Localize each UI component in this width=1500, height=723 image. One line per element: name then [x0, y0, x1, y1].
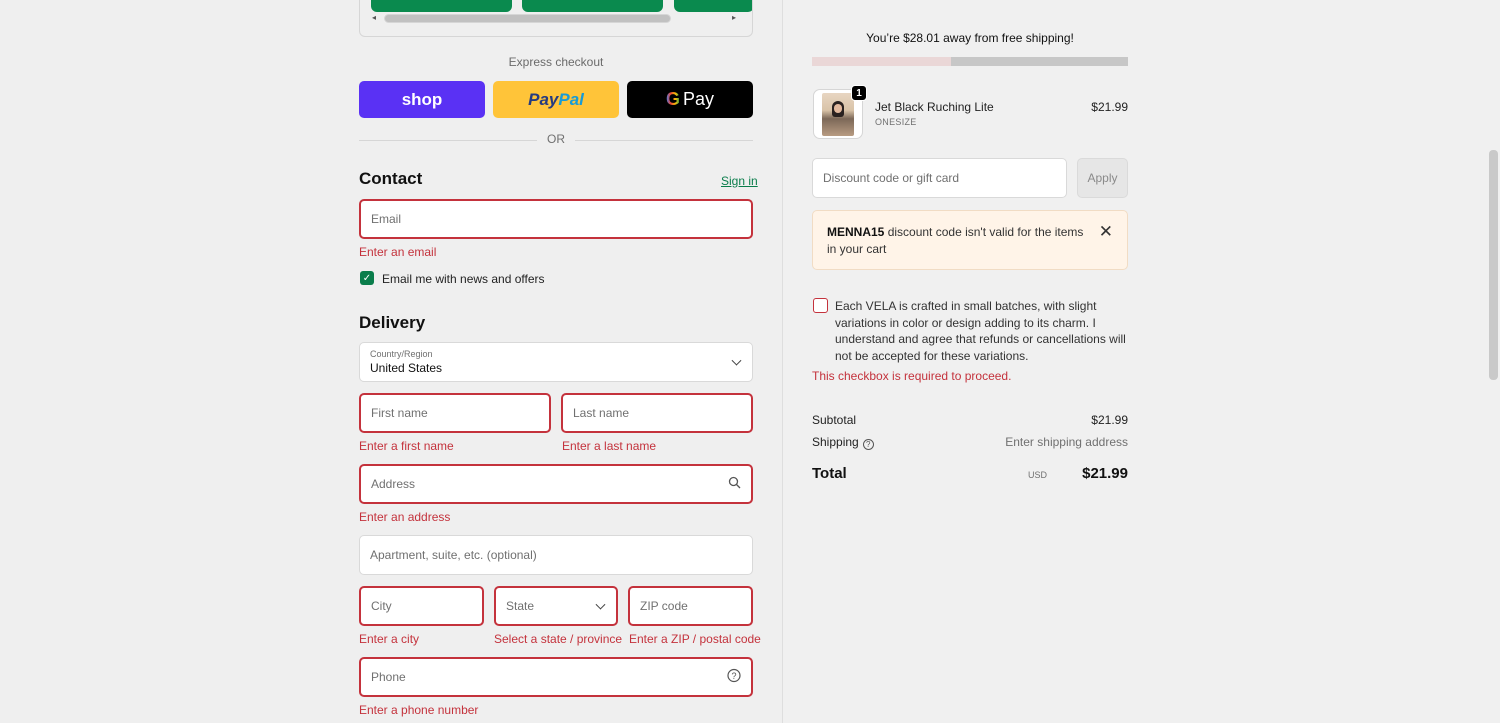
discount-field[interactable]: Discount code or gift card — [812, 158, 1067, 198]
subtotal-value: $21.99 — [1091, 413, 1128, 427]
shop-pay-button[interactable]: shop — [359, 81, 485, 118]
product-image — [822, 93, 854, 136]
scroll-right-icon[interactable]: ▸ — [732, 13, 736, 22]
google-g-icon: G — [665, 89, 680, 109]
phone-field[interactable]: Phone ? — [359, 657, 753, 697]
first-name-placeholder: First name — [371, 406, 428, 420]
zip-field[interactable]: ZIP code — [628, 586, 753, 626]
last-name-placeholder: Last name — [573, 406, 630, 420]
product-name: Jet Black Ruching Lite — [875, 100, 994, 114]
country-label: Country/Region — [370, 349, 433, 359]
state-error: Select a state / province — [494, 632, 623, 646]
wallet-button[interactable] — [371, 0, 512, 12]
alert-code: MENNA15 — [827, 225, 885, 239]
quantity-badge: 1 — [851, 85, 867, 101]
product-price: $21.99 — [1091, 100, 1128, 114]
paypal-label-2: Pal — [558, 89, 584, 109]
total-value: $21.99 — [1082, 465, 1128, 482]
shop-pay-label: shop — [401, 89, 443, 109]
shipping-row: Shipping? Enter shipping address — [812, 435, 1128, 450]
chevron-down-icon — [595, 599, 606, 610]
or-divider: OR — [359, 132, 753, 148]
email-placeholder: Email — [371, 212, 402, 226]
newsletter-checkbox[interactable]: ✓ — [360, 271, 374, 285]
paypal-button[interactable]: Pay Pal — [493, 81, 619, 118]
first-name-error: Enter a first name — [359, 439, 454, 453]
country-value: United States — [370, 361, 443, 375]
apply-button[interactable]: Apply — [1077, 158, 1128, 198]
page-scrollbar[interactable] — [1486, 0, 1500, 723]
terms-label: Each VELA is crafted in small batches, w… — [835, 299, 1126, 363]
phone-placeholder: Phone — [371, 670, 406, 684]
terms-error: This checkbox is required to proceed. — [812, 369, 1012, 383]
shipping-value: Enter shipping address — [1005, 435, 1128, 449]
wallet-button[interactable] — [674, 0, 752, 12]
total-currency: USD — [1027, 470, 1047, 480]
first-name-field[interactable]: First name — [359, 393, 551, 433]
search-icon[interactable] — [728, 476, 741, 492]
discount-placeholder: Discount code or gift card — [823, 171, 960, 185]
phone-error: Enter a phone number — [359, 703, 479, 717]
city-field[interactable]: City — [359, 586, 484, 626]
address-placeholder: Address — [371, 477, 416, 491]
delivery-heading: Delivery — [359, 313, 426, 332]
check-icon: ✓ — [362, 272, 372, 284]
discount-error-alert: MENNA15 discount code isn't valid for th… — [812, 210, 1128, 270]
country-select[interactable]: Country/Region United States — [359, 342, 753, 382]
total-label: Total — [812, 465, 847, 482]
subtotal-row: Subtotal $21.99 — [812, 413, 1128, 427]
apartment-field[interactable]: Apartment, suite, etc. (optional) — [359, 535, 753, 575]
help-icon[interactable]: ? — [862, 439, 874, 450]
checkout-form-panel: ◂ ▸ Express checkout shop Pay Pal G Pay OR… — [0, 0, 782, 723]
email-error: Enter an email — [359, 245, 437, 259]
free-shipping-progress — [812, 57, 1128, 66]
scrollbar-thumb[interactable] — [384, 14, 671, 23]
address-field[interactable]: Address — [359, 464, 753, 504]
free-shipping-message: You’re $28.01 away from free shipping! — [866, 31, 1074, 45]
wallet-carousel: ◂ ▸ — [359, 0, 753, 37]
google-pay-button[interactable]: G Pay — [627, 81, 753, 118]
page-scrollbar-thumb[interactable] — [1489, 150, 1498, 380]
newsletter-label: Email me with news and offers — [382, 272, 545, 286]
product-variant: ONESIZE — [875, 117, 917, 127]
help-icon[interactable]: ? — [727, 668, 741, 686]
contact-heading: Contact — [359, 169, 423, 188]
sign-in-link[interactable]: Sign in — [721, 174, 758, 188]
progress-fill — [812, 57, 952, 66]
zip-placeholder: ZIP code — [640, 599, 688, 613]
last-name-error: Enter a last name — [562, 439, 657, 453]
shipping-label: Shipping — [812, 435, 859, 449]
svg-text:?: ? — [731, 671, 736, 681]
apartment-placeholder: Apartment, suite, etc. (optional) — [370, 548, 537, 562]
email-field[interactable]: Email — [359, 199, 753, 239]
express-checkout-label: Express checkout — [508, 55, 604, 69]
or-label: OR — [547, 132, 565, 146]
terms-checkbox[interactable] — [813, 298, 828, 313]
close-icon[interactable]: ✕ — [1099, 223, 1113, 240]
zip-error: Enter a ZIP / postal code — [629, 632, 761, 646]
address-error: Enter an address — [359, 510, 451, 524]
last-name-field[interactable]: Last name — [561, 393, 753, 433]
google-pay-label: Pay — [682, 89, 715, 109]
city-error: Enter a city — [359, 632, 420, 646]
state-placeholder: State — [506, 599, 535, 613]
subtotal-label: Subtotal — [812, 413, 857, 427]
paypal-label-1: Pay — [528, 89, 559, 109]
scroll-left-icon[interactable]: ◂ — [372, 13, 376, 22]
state-select[interactable]: State — [494, 586, 618, 626]
wallet-button[interactable] — [522, 0, 663, 12]
horizontal-scrollbar[interactable]: ◂ ▸ — [372, 13, 738, 24]
city-placeholder: City — [371, 599, 392, 613]
